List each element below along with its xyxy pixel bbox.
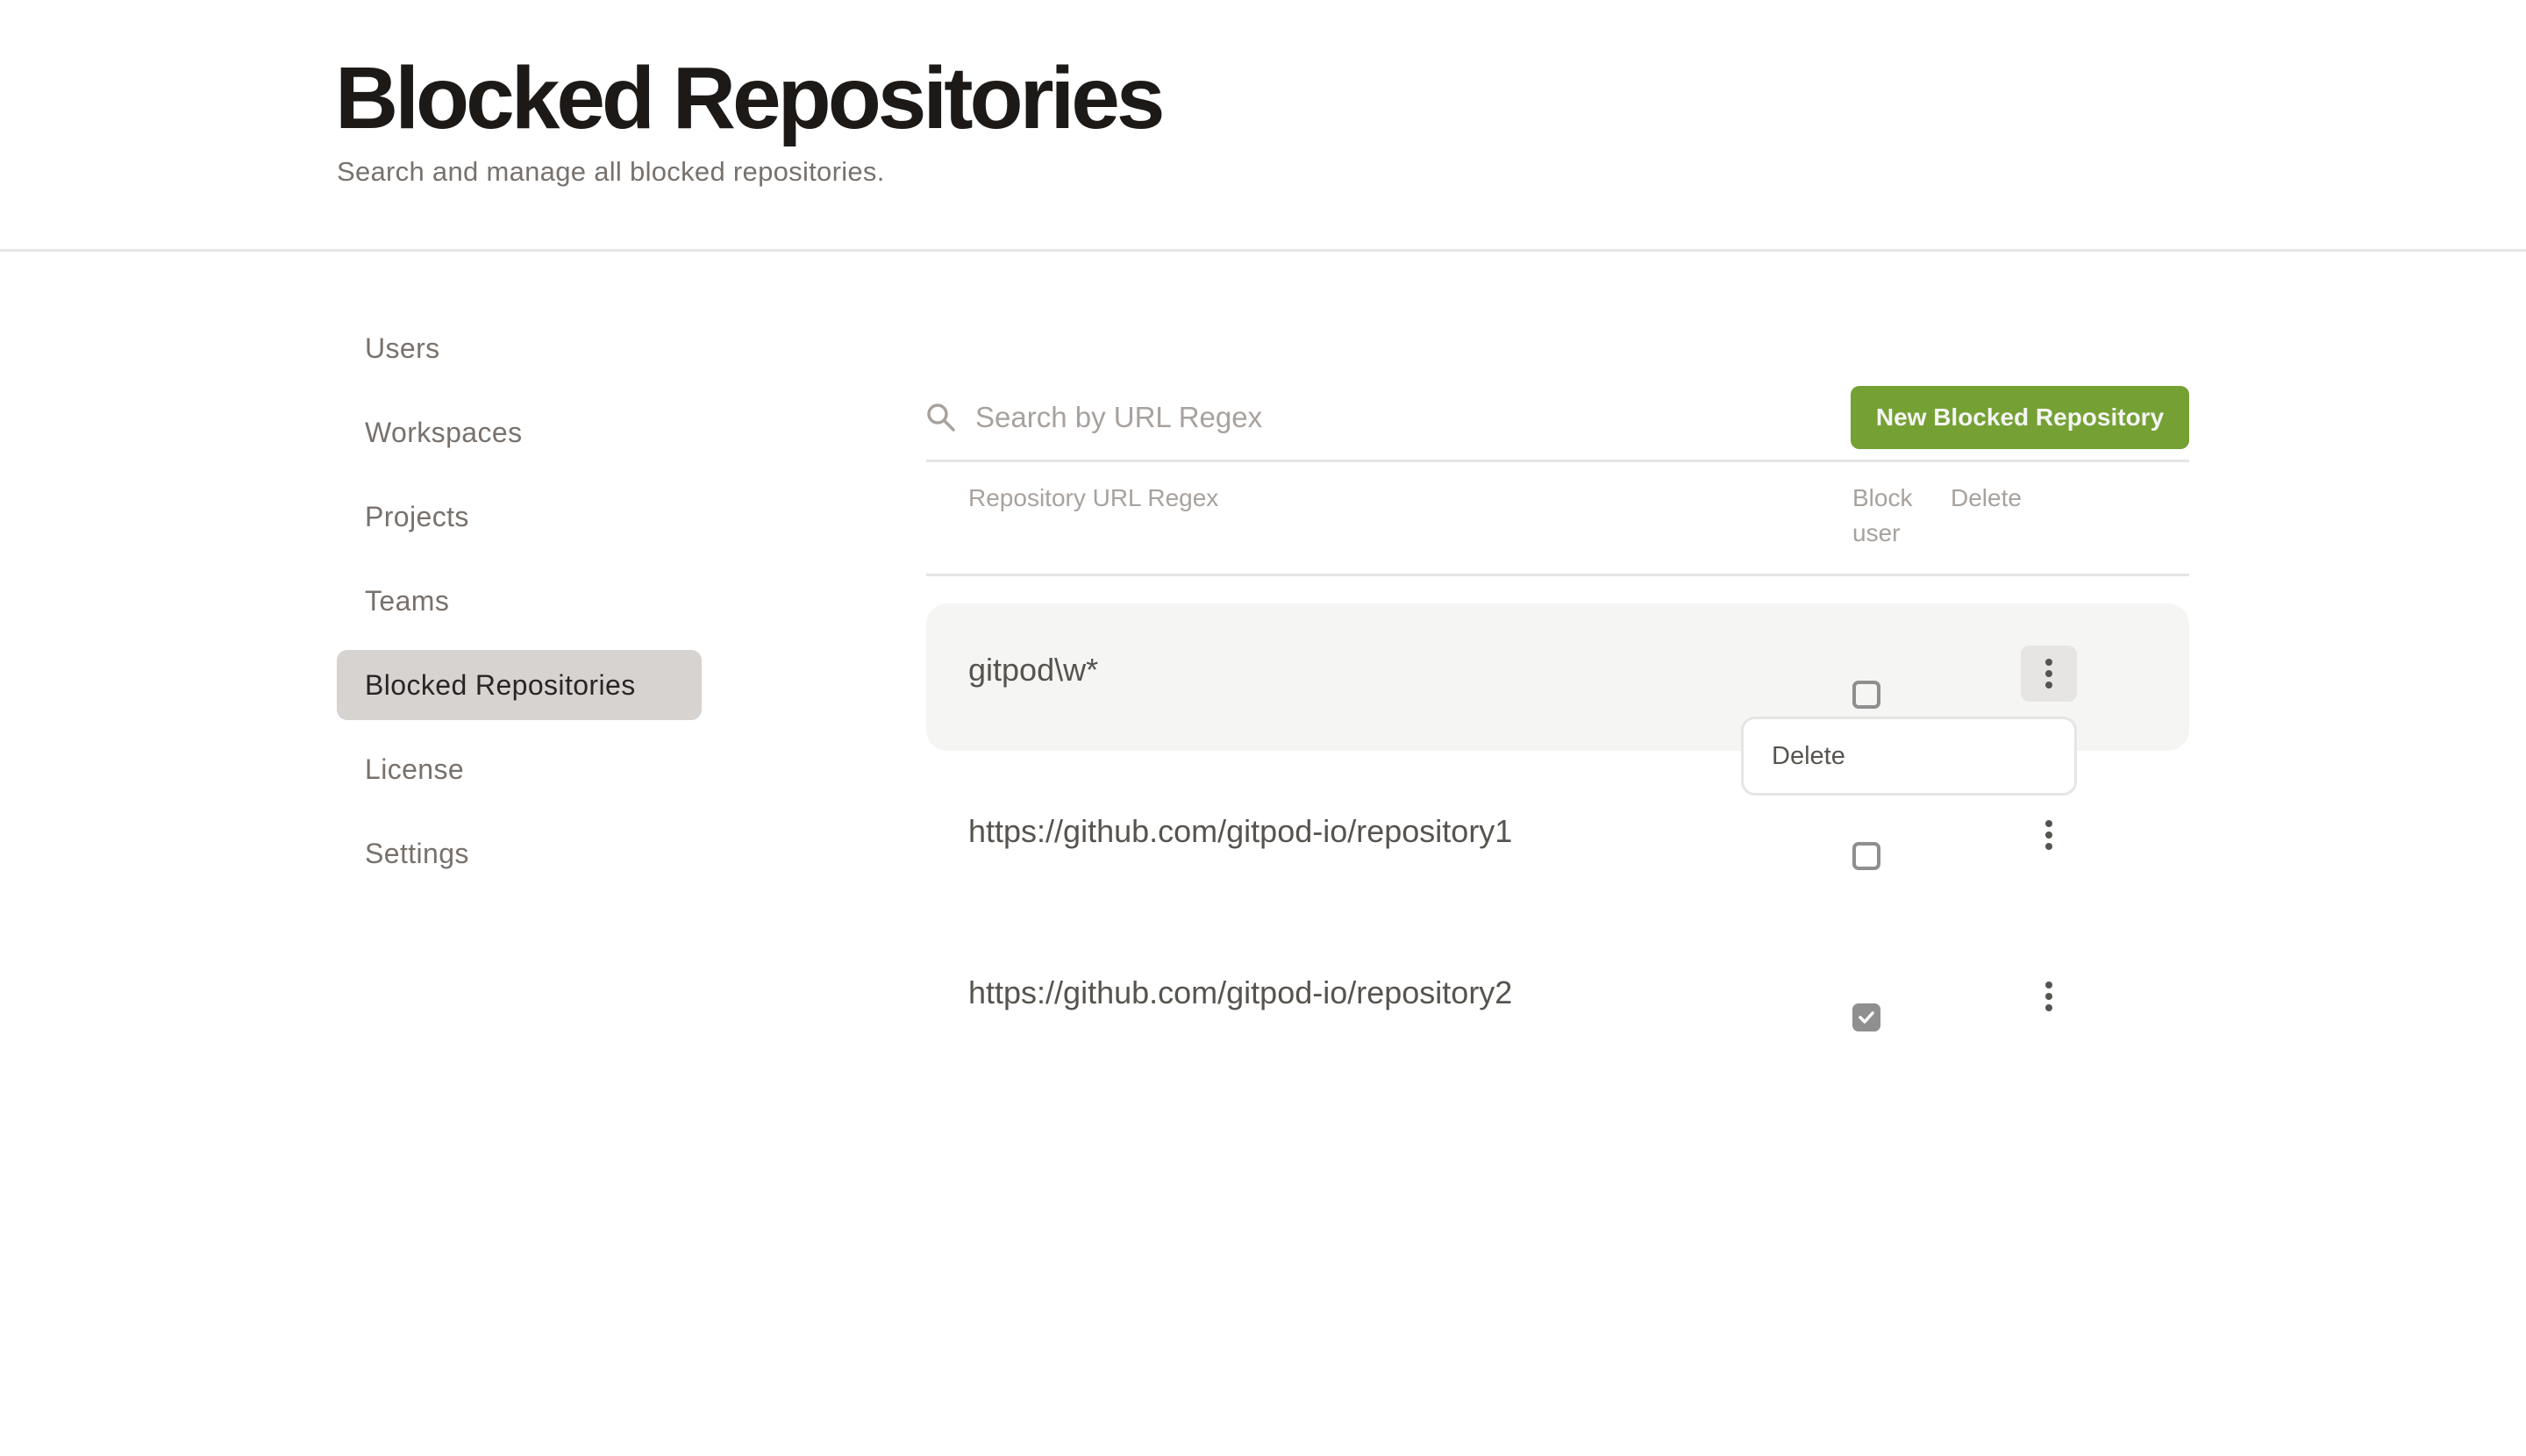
sidebar-item-users[interactable]: Users	[337, 313, 702, 383]
sidebar-item-teams[interactable]: Teams	[337, 566, 702, 636]
more-vertical-icon	[2045, 659, 2052, 689]
search-icon	[926, 403, 956, 432]
new-blocked-repository-button[interactable]: New Blocked Repository	[1851, 386, 2189, 449]
sidebar-item-license[interactable]: License	[337, 734, 702, 804]
main-content: New Blocked Repository Repository URL Re…	[926, 0, 2189, 1456]
column-header-url: Repository URL Regex	[968, 484, 1219, 511]
divider	[926, 460, 2189, 462]
table-header: Repository URL Regex Block user Delete	[926, 481, 2189, 560]
column-header-block-user: Block user	[1852, 484, 1913, 546]
sidebar-item-blocked-repositories[interactable]: Blocked Repositories	[337, 650, 702, 720]
search-input[interactable]	[975, 395, 1817, 440]
menu-item-delete[interactable]: Delete	[1744, 719, 2074, 793]
sidebar-item-label: Users	[365, 332, 440, 364]
row-actions-button[interactable]	[2021, 968, 2077, 1024]
sidebar-nav: Users Workspaces Projects Teams Blocked …	[337, 313, 702, 903]
sidebar-item-label: License	[365, 753, 465, 785]
more-vertical-icon	[2045, 820, 2052, 850]
table-row: https://github.com/gitpod-io/repository2	[926, 926, 2189, 1074]
block-user-checkbox[interactable]	[1852, 842, 1880, 870]
block-user-checkbox[interactable]	[1852, 1003, 1880, 1031]
repository-url: https://github.com/gitpod-io/repository1	[968, 813, 1513, 849]
table-body: gitpod\w* Delete https://github.com/gitp…	[926, 603, 2189, 1088]
row-actions-button[interactable]	[2021, 807, 2077, 863]
sidebar-item-label: Projects	[365, 500, 469, 532]
sidebar-item-settings[interactable]: Settings	[337, 818, 702, 889]
more-vertical-icon	[2045, 981, 2052, 1011]
sidebar-item-label: Teams	[365, 584, 450, 617]
block-user-checkbox[interactable]	[1852, 681, 1880, 709]
table-row: gitpod\w* Delete	[926, 603, 2189, 796]
sidebar-item-workspaces[interactable]: Workspaces	[337, 397, 702, 467]
repository-url: https://github.com/gitpod-io/repository2	[968, 974, 1513, 1010]
column-header-delete: Delete	[1951, 484, 2022, 511]
checkmark-icon	[1859, 1011, 1874, 1024]
sidebar-item-label: Settings	[365, 837, 469, 869]
sidebar-item-projects[interactable]: Projects	[337, 482, 702, 552]
repository-url: gitpod\w*	[968, 652, 1099, 688]
toolbar: New Blocked Repository	[926, 386, 2189, 449]
row-actions-button[interactable]	[2021, 646, 2077, 702]
sidebar-item-label: Workspaces	[365, 416, 523, 448]
row-actions-menu: Delete	[1741, 717, 2077, 796]
divider	[926, 574, 2189, 576]
page-subtitle: Search and manage all blocked repositori…	[337, 156, 885, 187]
sidebar-item-label: Blocked Repositories	[365, 668, 636, 701]
